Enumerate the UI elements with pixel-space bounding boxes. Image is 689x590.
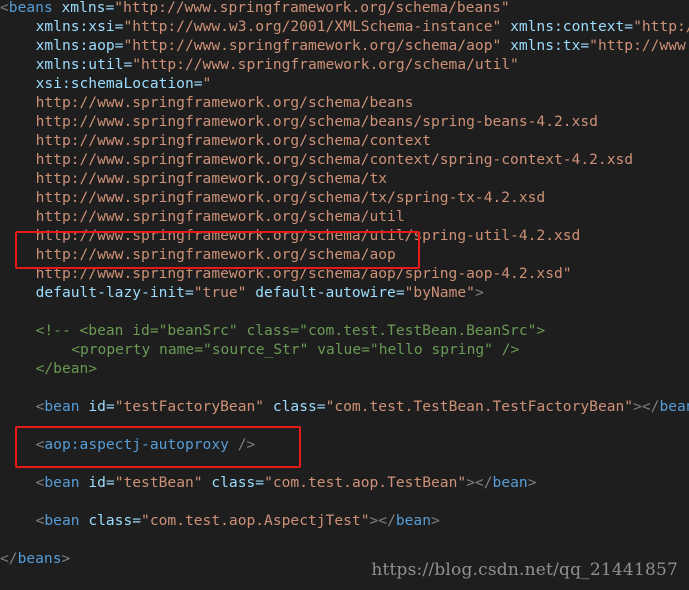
code-token-str: http://www.springframework.org/schema/co… (35, 151, 634, 168)
code-token-str: "testBean" (114, 474, 203, 491)
code-line: http://www.springframework.org/schema/co… (36, 131, 431, 150)
code-line: <bean id="testFactoryBean" class="com.te… (36, 397, 689, 416)
code-line: <aop:aspectj-autoproxy /> (36, 435, 256, 454)
code-line: <bean id="testBean" class="com.test.aop.… (36, 473, 537, 492)
code-token-comment: </bean> (35, 360, 98, 377)
code-token-attr: id= (88, 398, 115, 415)
code-token-tag: bean (659, 398, 689, 415)
code-line: http://www.springframework.org/schema/ao… (36, 245, 396, 264)
code-token-tag: beans (8, 0, 62, 16)
code-line: <property name="source_Str" value="hello… (71, 340, 519, 359)
code-token-attr: xsi:schemaLocation= (35, 75, 203, 92)
code-token-str: http://www.springframework.org/schema/ut… (35, 227, 581, 244)
code-line: <beans xmlns="http://www.springframework… (0, 0, 510, 17)
code-line: default-lazy-init="true" default-autowir… (36, 283, 484, 302)
code-token-punct: ></ (633, 398, 660, 415)
code-token-attr: xmlns= (61, 0, 115, 16)
code-token-tag: beans (17, 550, 62, 567)
code-line: http://www.springframework.org/schema/ut… (36, 207, 405, 226)
code-token-tag: bean (44, 398, 89, 415)
code-token-str: "true" (193, 284, 247, 301)
code-token-attr: default-autowire= (255, 284, 405, 301)
code-token-str: http://www.springframework.org/schema/ao… (35, 246, 396, 263)
code-line: <!-- <bean id="beanSrc" class="com.test.… (36, 321, 546, 340)
code-token-attr: xmlns:xsi= (35, 18, 124, 35)
watermark: https://blog.csdn.net/qq_21441857 (371, 560, 678, 580)
code-token-attr: xmlns:aop= (35, 37, 124, 54)
code-token-punct: ></ (466, 474, 493, 491)
code-line: xmlns:xsi="http://www.w3.org/2001/XMLSch… (36, 17, 689, 36)
code-token-tag: aop:aspectj-autoproxy (44, 436, 238, 453)
code-token-str: "byName" (404, 284, 475, 301)
code-line: xsi:schemaLocation=" (36, 74, 212, 93)
code-token-attr: default-lazy-init= (35, 284, 194, 301)
code-token-attr: xmlns:tx= (510, 37, 590, 54)
code-token-str: http://www.springframework.org/schema/tx… (35, 189, 546, 206)
code-line: xmlns:util="http://www.springframework.o… (36, 55, 519, 74)
code-line: http://www.springframework.org/schema/co… (36, 150, 633, 169)
code-token-attr: class= (88, 512, 142, 529)
code-token-tag: bean (44, 474, 89, 491)
code-token-tag: bean (395, 512, 432, 529)
code-line: http://www.springframework.org/schema/tx (36, 169, 387, 188)
code-token-str: http://www.springframework.org/schema/ao… (35, 265, 572, 282)
code-token-str: http://www.springframework.org/schema/co… (35, 132, 431, 149)
code-token-str: " (202, 75, 212, 92)
code-token-tag: bean (492, 474, 528, 491)
code-token-str: "http://www.springframework.org/schema/c… (633, 18, 689, 35)
code-token-comment: <property name="source_Str" value="hello… (71, 341, 520, 358)
code-token-punct: ></ (369, 512, 396, 529)
code-token-str: "http://www.springframework.org/schema/b… (114, 0, 510, 16)
code-line: http://www.springframework.org/schema/ut… (36, 226, 581, 245)
code-line: <bean class="com.test.aop.AspectjTest"><… (36, 511, 440, 530)
code-token-str: "http://www.springframework.org/schema/a… (123, 37, 502, 54)
code-token-punct: </ (0, 550, 18, 567)
code-token-str: "com.test.TestBean.TestFactoryBean" (325, 398, 634, 415)
code-token-punct: < (0, 0, 9, 16)
code-token-punct: /> (237, 436, 256, 453)
code-token-punct: > (61, 550, 71, 567)
code-line: xmlns:aop="http://www.springframework.or… (36, 36, 689, 55)
code-token-attr: id= (88, 474, 115, 491)
code-token-str: "http://www.w3.org/2001/XMLSchema-instan… (123, 18, 502, 35)
code-line: http://www.springframework.org/schema/ao… (36, 264, 572, 283)
code-token-str: "http://www.springframework.org/schema/u… (132, 56, 519, 73)
code-token-str: http://www.springframework.org/schema/be… (35, 113, 598, 130)
code-token-str: "com.test.aop.AspectjTest" (141, 512, 370, 529)
code-token-attr: class= (272, 398, 326, 415)
code-token-attr: class= (211, 474, 265, 491)
code-token-str: "testFactoryBean" (114, 398, 265, 415)
code-token-punct: > (474, 284, 484, 301)
code-line: </bean> (36, 359, 98, 378)
code-line: </beans> (0, 549, 70, 568)
code-editor: <beans xmlns="http://www.springframework… (0, 0, 689, 590)
code-line: http://www.springframework.org/schema/tx… (36, 188, 546, 207)
code-token-attr: xmlns:context= (510, 18, 634, 35)
code-line: http://www.springframework.org/schema/be… (36, 112, 598, 131)
code-line: http://www.springframework.org/schema/be… (36, 93, 414, 112)
code-token-comment: <!-- <bean id="beanSrc" class="com.test.… (35, 322, 546, 339)
code-token-tag: bean (44, 512, 89, 529)
code-token-punct: > (431, 512, 440, 529)
code-token-str: "com.test.aop.TestBean" (264, 474, 467, 491)
code-token-attr: xmlns:util= (35, 56, 133, 73)
code-token-str: http://www.springframework.org/schema/be… (35, 94, 414, 111)
code-token-str: "http://www.springframework.org/schema/t… (589, 37, 689, 54)
code-token-str: http://www.springframework.org/schema/ut… (35, 208, 405, 225)
code-token-punct: > (527, 474, 537, 491)
code-token-str: http://www.springframework.org/schema/tx (35, 170, 388, 187)
